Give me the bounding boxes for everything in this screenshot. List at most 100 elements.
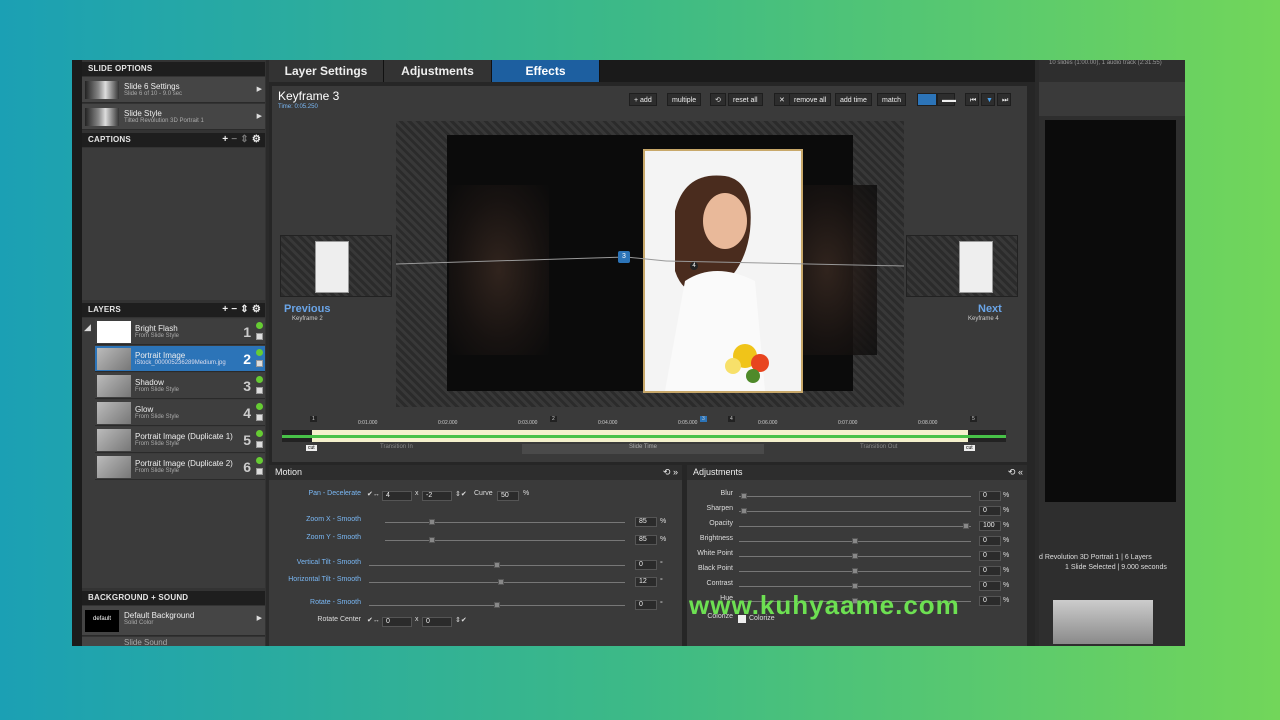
adj-knob[interactable] (963, 523, 969, 529)
pan-x-field[interactable]: 4 (382, 491, 412, 501)
keyframe-3-marker[interactable]: 3 (618, 251, 630, 263)
info-icon[interactable] (256, 376, 263, 383)
preview-canvas[interactable]: 3 4 (396, 121, 904, 407)
pan-y-field[interactable]: -2 (422, 491, 452, 501)
layer-visible-checkbox[interactable] (256, 441, 263, 448)
rotate-field[interactable]: 0 (635, 600, 657, 610)
timeline-marker[interactable]: 2 (550, 416, 557, 422)
adj-field[interactable]: 0 (979, 566, 1001, 576)
link-icon[interactable]: ✔↔ (367, 490, 380, 498)
adj-field[interactable]: 0 (979, 581, 1001, 591)
vertical-tilt-label[interactable]: Vertical Tilt - Smooth (269, 559, 361, 566)
previous-keyframe-thumbnail[interactable] (280, 235, 392, 297)
undo-icon[interactable]: ⟲ (663, 467, 671, 477)
layer-visible-checkbox[interactable] (256, 468, 263, 475)
adj-slider[interactable] (739, 496, 971, 497)
add-icon[interactable]: + (222, 304, 228, 315)
info-icon[interactable] (256, 430, 263, 437)
layer-row[interactable]: Portrait Image (Duplicate 2) From Slide … (95, 454, 265, 480)
default-background-row[interactable]: default Default Background Solid Color ▶ (82, 606, 265, 636)
curve-field[interactable]: 50 (497, 491, 519, 501)
adj-field[interactable]: 100 (979, 521, 1001, 531)
timeline[interactable]: 0:01.000 0:02.000 0:03.000 0:04.000 0:05… (282, 416, 1006, 460)
timeline-marker[interactable]: 4 (728, 416, 735, 422)
tab-effects[interactable]: Effects (492, 60, 600, 82)
next-label[interactable]: Next (978, 303, 1002, 315)
layer-row[interactable]: Glow From Slide Style 4 (95, 400, 265, 426)
horizontal-tilt-slider[interactable] (369, 582, 625, 583)
layer-row[interactable]: Shadow From Slide Style 3 (95, 373, 265, 399)
vertical-tilt-knob[interactable] (494, 562, 500, 568)
layer-visible-checkbox[interactable] (256, 333, 263, 340)
match-button[interactable]: match (877, 93, 907, 106)
adj-field[interactable]: 0 (979, 596, 1001, 606)
timeline-marker[interactable]: 1 (310, 416, 317, 422)
expand-icon[interactable]: » (673, 467, 678, 477)
adj-knob[interactable] (852, 568, 858, 574)
slide-sound-row[interactable]: Slide Sound (82, 637, 265, 646)
layer-expand-icon[interactable]: ◢ (84, 322, 94, 340)
rotate-label[interactable]: Rotate - Smooth (269, 599, 361, 606)
timeline-marker[interactable]: 5 (970, 416, 977, 422)
rotate-knob[interactable] (494, 602, 500, 608)
layer-row[interactable]: Portrait Image (Duplicate 1) From Slide … (95, 427, 265, 453)
horizontal-tilt-label[interactable]: Horizontal Tilt - Smooth (269, 576, 361, 583)
zoom-x-slider[interactable] (385, 522, 625, 523)
timeline-marker-selected[interactable]: 3 (700, 416, 707, 422)
cut-in-label[interactable]: cut (306, 445, 317, 451)
zoom-y-label[interactable]: Zoom Y - Smooth (269, 534, 361, 541)
remove-icon[interactable]: − (231, 134, 237, 145)
remove-icon[interactable]: − (231, 304, 237, 315)
slide-style-row[interactable]: Slide Style Tilted Revolution 3D Portrai… (82, 104, 265, 130)
info-icon[interactable] (256, 349, 263, 356)
multiple-button[interactable]: multiple (667, 93, 702, 106)
rotate-center-y-field[interactable]: 0 (422, 617, 452, 627)
vertical-tilt-field[interactable]: 0 (635, 560, 657, 570)
first-keyframe-icon[interactable]: ⏮ (965, 93, 979, 106)
adj-knob[interactable] (852, 538, 858, 544)
adj-field[interactable]: 0 (979, 506, 1001, 516)
layers-buttons[interactable]: + − ⇕ ⚙ (222, 303, 261, 317)
undo-icon[interactable]: ⟲ (1008, 467, 1016, 477)
add-time-button[interactable]: add time (835, 93, 872, 106)
previous-label[interactable]: Previous (284, 303, 330, 315)
slide-settings-row[interactable]: Slide 6 Settings Slide 6 of 10 - 9.0 sec… (82, 77, 265, 103)
slide-list-thumbnail[interactable] (1053, 600, 1153, 644)
adj-field[interactable]: 0 (979, 551, 1001, 561)
slide-time-bar[interactable]: Slide Time (522, 444, 764, 454)
keyframe-4-marker[interactable]: 4 (690, 262, 698, 270)
adj-slider[interactable] (739, 526, 971, 527)
reorder-icon[interactable]: ⇕ (240, 304, 249, 315)
add-keyframe-button[interactable]: + add (629, 93, 657, 106)
zoom-x-field[interactable]: 85 (635, 517, 657, 527)
remove-icon[interactable]: ✕ (774, 93, 790, 106)
rotate-center-x-field[interactable]: 0 (382, 617, 412, 627)
gear-icon[interactable]: ⚙ (252, 134, 261, 145)
adj-knob[interactable] (741, 508, 747, 514)
info-icon[interactable] (256, 322, 263, 329)
adj-knob[interactable] (852, 553, 858, 559)
collapse-icon[interactable]: « (1018, 467, 1023, 477)
reorder-icon[interactable]: ⇕ (240, 134, 249, 145)
captions-buttons[interactable]: + − ⇕ ⚙ (222, 133, 261, 147)
info-icon[interactable] (256, 403, 263, 410)
tab-adjustments[interactable]: Adjustments (384, 60, 492, 82)
undo-icon[interactable]: ⟲ (710, 93, 726, 106)
zoom-x-knob[interactable] (429, 519, 435, 525)
info-icon[interactable] (256, 457, 263, 464)
spinner-icon[interactable]: ⇕✔ (455, 616, 467, 624)
remove-all-button[interactable]: remove all (789, 93, 832, 106)
horizontal-tilt-knob[interactable] (498, 579, 504, 585)
add-icon[interactable]: + (222, 134, 228, 145)
layer-row[interactable]: Bright Flash From Slide Style 1 (95, 319, 265, 345)
layer-visible-checkbox[interactable] (256, 387, 263, 394)
link-icon[interactable]: ✔↔ (367, 616, 380, 624)
last-keyframe-icon[interactable]: ⏭ (997, 93, 1011, 106)
layer-visible-checkbox[interactable] (256, 360, 263, 367)
zoom-y-knob[interactable] (429, 537, 435, 543)
adj-field[interactable]: 0 (979, 491, 1001, 501)
spinner-icon[interactable]: ⇕✔ (455, 490, 467, 498)
layer-visible-checkbox[interactable] (256, 414, 263, 421)
adjustments-header-buttons[interactable]: ⟲ « (1008, 465, 1023, 480)
adj-knob[interactable] (852, 583, 858, 589)
